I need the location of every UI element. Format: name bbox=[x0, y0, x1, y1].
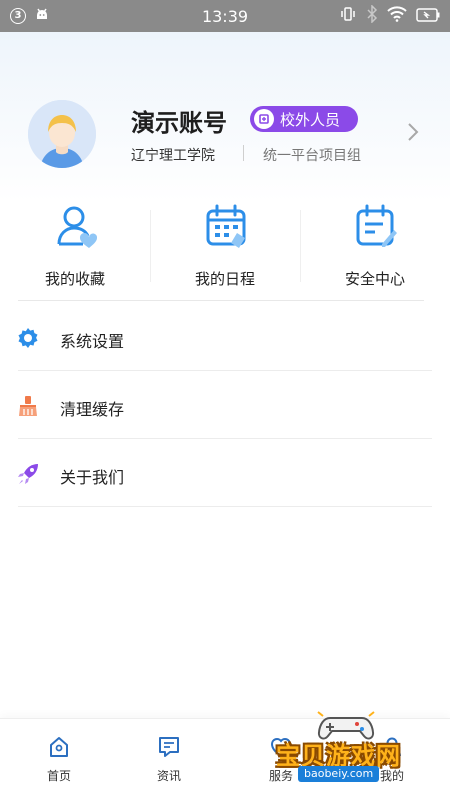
bluetooth-icon bbox=[366, 4, 378, 27]
quick-link-label: 安全中心 bbox=[344, 270, 405, 288]
menu-item-settings[interactable]: 系统设置 bbox=[0, 303, 450, 371]
user-name: 演示账号 bbox=[131, 109, 227, 137]
notification-count-badge: 3 bbox=[10, 8, 26, 24]
battery-icon bbox=[416, 7, 440, 26]
divider bbox=[18, 300, 424, 301]
chevron-right-icon[interactable] bbox=[403, 120, 423, 144]
android-icon bbox=[34, 6, 50, 26]
vibrate-icon bbox=[339, 5, 357, 27]
rocket-icon bbox=[17, 463, 39, 485]
wifi-icon bbox=[387, 6, 407, 26]
status-bar: 3 13:39 bbox=[0, 0, 450, 32]
calendar-icon bbox=[205, 204, 247, 248]
badge-icon bbox=[254, 109, 274, 129]
divider bbox=[243, 145, 244, 161]
calendar-edit-icon bbox=[355, 204, 397, 248]
broom-icon bbox=[17, 395, 39, 417]
quick-link-schedule[interactable]: 我的日程 bbox=[150, 200, 300, 300]
quick-link-security[interactable]: 安全中心 bbox=[300, 200, 450, 300]
menu-item-clear-cache[interactable]: 清理缓存 bbox=[0, 371, 450, 439]
quick-link-label: 我的日程 bbox=[194, 270, 255, 288]
divider bbox=[18, 506, 432, 507]
menu-item-label: 清理缓存 bbox=[60, 400, 125, 419]
quick-links: 我的收藏 我的日程 安全中心 bbox=[0, 200, 450, 302]
watermark-url: baobeiy.com bbox=[298, 766, 380, 782]
avatar[interactable] bbox=[28, 100, 96, 168]
role-badge-label: 校外人员 bbox=[280, 110, 341, 129]
tab-label: 首页 bbox=[46, 769, 71, 783]
role-badge: 校外人员 bbox=[250, 106, 358, 132]
tab-label: 资讯 bbox=[156, 769, 181, 783]
menu-item-about-us[interactable]: 关于我们 bbox=[0, 439, 450, 507]
home-icon bbox=[50, 737, 68, 757]
watermark: 宝贝游戏网 baobeiy.com bbox=[272, 708, 422, 782]
gear-icon bbox=[17, 327, 39, 349]
department-name: 统一平台项目组 bbox=[263, 148, 361, 164]
quick-link-favorites[interactable]: 我的收藏 bbox=[0, 200, 150, 300]
menu-item-label: 关于我们 bbox=[60, 468, 125, 487]
user-heart-icon bbox=[55, 204, 98, 248]
tab-news[interactable]: 资讯 bbox=[139, 735, 199, 784]
quick-link-label: 我的收藏 bbox=[44, 270, 105, 288]
school-name: 辽宁理工学院 bbox=[131, 148, 215, 164]
message-icon bbox=[159, 737, 179, 757]
tab-home[interactable]: 首页 bbox=[29, 735, 89, 784]
user-avatar-icon bbox=[28, 100, 96, 168]
menu-item-label: 系统设置 bbox=[60, 332, 125, 351]
